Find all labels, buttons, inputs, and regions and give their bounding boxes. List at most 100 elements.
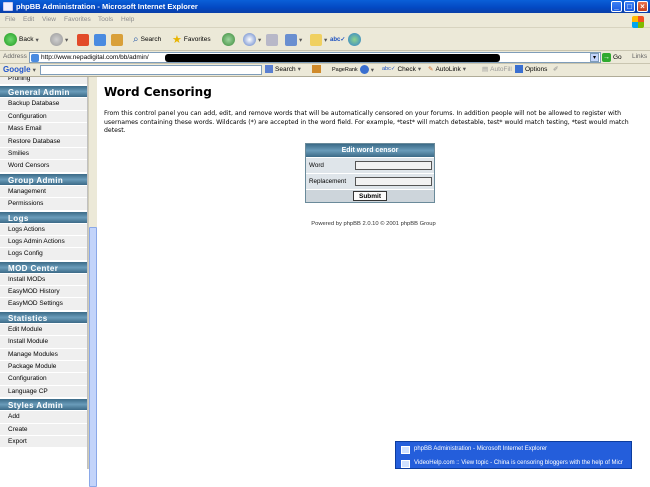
back-label: Back xyxy=(19,36,34,43)
nav-item-smilies[interactable]: Smilies xyxy=(0,147,87,161)
nav-item-manage-modules[interactable]: Manage Modules xyxy=(0,348,87,362)
history-icon xyxy=(222,33,235,46)
check-button[interactable]: abc✓ Check ▾ xyxy=(382,65,421,74)
task-item[interactable]: phpBB Administration - Microsoft Interne… xyxy=(396,443,633,456)
maximize-button[interactable]: □ xyxy=(624,1,635,12)
nav-section-general-admin: General Admin xyxy=(0,85,87,99)
replacement-label: Replacement xyxy=(309,178,347,185)
nav-scrollbar[interactable] xyxy=(88,77,97,487)
nav-item-install-mods[interactable]: Install MODs xyxy=(0,273,87,287)
mail-button[interactable]: ▾ xyxy=(243,32,261,47)
page-explanation: From this control panel you can add, edi… xyxy=(104,110,629,134)
autolink-button[interactable]: ✎ AutoLink ▾ xyxy=(428,65,466,74)
nav-item-create[interactable]: Create xyxy=(0,423,87,436)
task-label: VideoHelp.com :: View topic - China is c… xyxy=(414,460,623,466)
nav-item-logs-config[interactable]: Logs Config xyxy=(0,248,87,261)
nav-item-export[interactable]: Export xyxy=(0,435,87,449)
task-label: phpBB Administration - Microsoft Interne… xyxy=(414,446,548,452)
menu-tools[interactable]: Tools xyxy=(98,16,113,23)
autolink-icon: ✎ xyxy=(428,66,434,73)
page-title: Word Censoring xyxy=(104,85,212,99)
history-button[interactable] xyxy=(222,32,235,47)
nav-item-mass-email[interactable]: Mass Email xyxy=(0,123,87,136)
word-input[interactable] xyxy=(355,161,432,170)
refresh-button[interactable] xyxy=(94,32,106,47)
task-item[interactable]: VideoHelp.com :: View topic - China is c… xyxy=(396,457,633,470)
close-button[interactable]: × xyxy=(637,1,648,12)
home-button[interactable] xyxy=(111,32,123,47)
word-censor-form: Edit word censor Word Replacement Submit xyxy=(305,143,435,203)
nav-item-package-module[interactable]: Package Module xyxy=(0,361,87,374)
edit-button[interactable]: ▾ xyxy=(285,32,302,47)
menu-file[interactable]: File xyxy=(5,16,15,23)
nav-item-permissions[interactable]: Permissions xyxy=(0,198,87,211)
messenger-button[interactable] xyxy=(348,32,361,47)
nav-item-add[interactable]: Add xyxy=(0,411,87,424)
options-button[interactable]: Options xyxy=(515,65,547,73)
google-search-input[interactable] xyxy=(40,65,262,75)
nav-item-configuration[interactable]: Configuration xyxy=(0,110,87,124)
autofill-button[interactable]: ▤ AutoFill xyxy=(482,65,512,74)
browser-content: Pruning General Admin Backup Database Confi… xyxy=(0,77,650,487)
scrollbar-thumb[interactable] xyxy=(89,227,97,487)
pagerank-indicator[interactable]: PageRank ▾ xyxy=(332,65,374,74)
replacement-input[interactable] xyxy=(355,177,432,186)
spellcheck-button[interactable]: abc✓ xyxy=(330,32,345,47)
submit-button[interactable]: Submit xyxy=(352,191,388,201)
nav-item-easymod-settings[interactable]: EasyMOD Settings xyxy=(0,298,87,311)
ie-icon xyxy=(3,2,13,11)
pencil-button[interactable]: ✐ xyxy=(553,65,558,73)
menu-help[interactable]: Help xyxy=(121,16,134,23)
nav-item-word-censors[interactable]: Word Censors xyxy=(0,160,87,173)
forward-arrow-icon xyxy=(50,33,63,46)
nav-item-language-cp[interactable]: Language CP xyxy=(0,385,87,399)
nav-section-statistics: Statistics xyxy=(0,310,87,324)
autofill-icon: ▤ xyxy=(482,66,489,73)
messenger-icon xyxy=(348,33,361,46)
nav-section-mod-center: MOD Center xyxy=(0,260,87,274)
search-button[interactable]: ⌕ Search xyxy=(133,32,161,47)
go-button[interactable]: → Go xyxy=(602,52,628,63)
nav-item-install-module[interactable]: Install Module xyxy=(0,336,87,349)
home-icon xyxy=(111,33,123,46)
nav-item-easymod-history[interactable]: EasyMOD History xyxy=(0,286,87,299)
nav-item-backup-database[interactable]: Backup Database xyxy=(0,98,87,111)
nav-item-management[interactable]: Management xyxy=(0,185,87,199)
print-button[interactable] xyxy=(266,32,278,47)
favorites-button[interactable]: ★ Favorites xyxy=(172,32,211,47)
powered-by: Powered by phpBB 2.0.10 © 2001 phpBB Gro… xyxy=(311,221,436,227)
redaction-bar xyxy=(165,54,500,62)
nav-section-styles-admin: Styles Admin xyxy=(0,398,87,412)
nav-item-logs-actions[interactable]: Logs Actions xyxy=(0,223,87,236)
nav-item-pruning[interactable]: Pruning xyxy=(0,77,87,86)
windows-logo-icon xyxy=(632,16,644,28)
forward-button[interactable]: ▾ xyxy=(50,32,68,47)
links-label[interactable]: Links xyxy=(632,53,647,60)
menu-favorites[interactable]: Favorites xyxy=(64,16,91,23)
search-label: Search xyxy=(140,36,162,43)
back-button[interactable]: Back ▾ xyxy=(4,32,39,47)
toolbar: Back ▾ ▾ ⌕ Search ★ Favorites ▾ ▾ ▾ abc✓ xyxy=(0,28,650,51)
ie-window-icon xyxy=(401,460,410,468)
address-input[interactable]: http://www.nepadigital.com/bb/admin/ ▾ xyxy=(29,52,601,63)
nav-item-edit-module[interactable]: Edit Module xyxy=(0,323,87,337)
window-titlebar[interactable]: phpBB Administration - Microsoft Interne… xyxy=(0,0,650,13)
menu-view[interactable]: View xyxy=(42,16,56,23)
form-header: Edit word censor xyxy=(306,144,434,157)
nav-item-restore-database[interactable]: Restore Database xyxy=(0,135,87,148)
address-label: Address xyxy=(3,53,27,60)
stop-button[interactable] xyxy=(77,32,89,47)
menu-edit[interactable]: Edit xyxy=(23,16,34,23)
google-logo[interactable]: Google ▾ xyxy=(3,65,36,74)
nav-item-logs-admin-actions[interactable]: Logs Admin Actions xyxy=(0,235,87,249)
pencil-icon: ✐ xyxy=(553,66,559,73)
search-icon: ⌕ xyxy=(133,34,139,45)
folder-button[interactable]: ▾ xyxy=(310,32,327,47)
nav-item-configuration[interactable]: Configuration xyxy=(0,373,87,386)
minimize-button[interactable]: _ xyxy=(611,1,622,12)
folder-icon xyxy=(310,33,322,46)
google-search-button[interactable]: Search ▾ xyxy=(265,65,301,73)
info-icon xyxy=(359,65,369,74)
address-dropdown-icon[interactable]: ▾ xyxy=(590,53,599,62)
news-button[interactable] xyxy=(312,65,321,73)
